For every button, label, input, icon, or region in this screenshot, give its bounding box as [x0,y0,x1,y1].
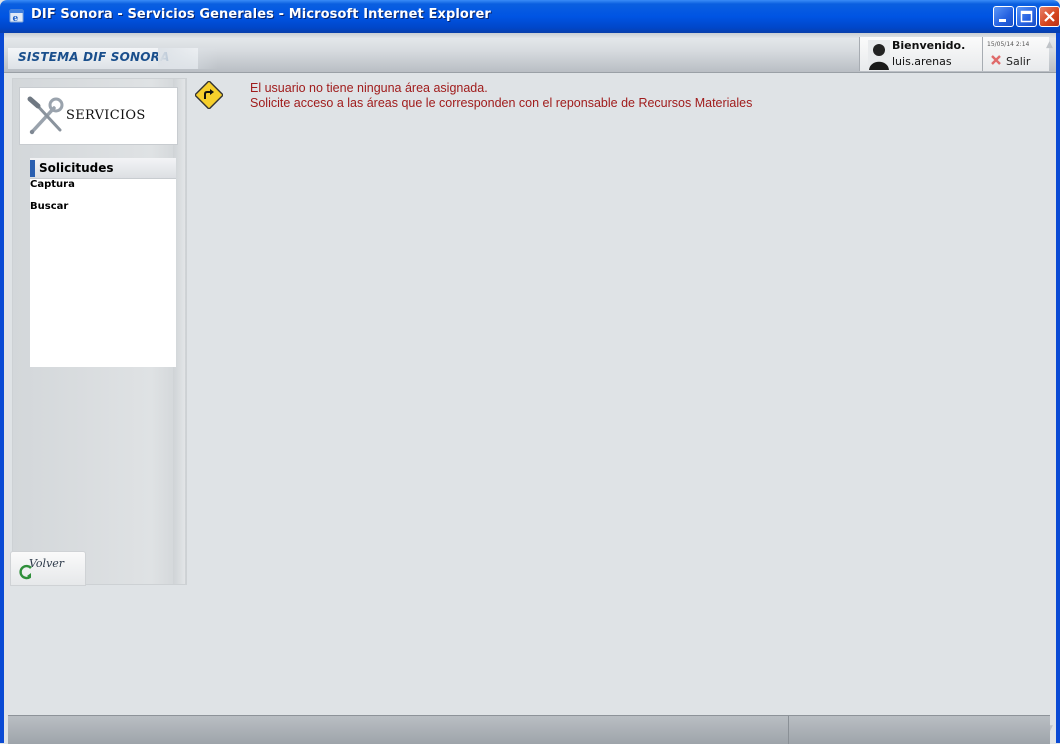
menu-section-solicitudes[interactable]: Solicitudes [30,158,176,179]
section-marker [30,160,35,177]
minimize-button[interactable] [993,6,1014,27]
date-label: 15/05/14 2:14 [987,41,1030,48]
message-line-2: Solicite acceso a las áreas que le corre… [250,96,753,110]
welcome-label: Bienvenido. [892,39,966,52]
menu-item-captura[interactable]: Captura [30,179,75,190]
username-label: luis.arenas [892,55,952,68]
user-box: Bienvenido. luis.arenas [859,37,982,71]
maximize-button[interactable] [1016,6,1037,27]
window-titlebar[interactable]: e DIF Sonora - Servicios Generales - Mic… [0,0,1060,33]
scroll-up-icon[interactable]: ▲ [1046,40,1056,56]
brand-banner: SISTEMA DIF SONORA [8,48,218,69]
exit-icon[interactable] [990,54,1002,66]
status-separator [788,716,789,744]
window-frame-right [1056,33,1060,743]
brand-swoosh [158,48,218,69]
window-title: DIF Sonora - Servicios Generales - Micro… [31,7,491,22]
warning-turn-icon [195,81,223,109]
status-bar [8,715,1050,744]
back-button[interactable]: Volver [10,551,86,586]
user-avatar-icon [868,40,890,70]
tools-icon [27,96,64,135]
app-header: SISTEMA DIF SONORA Bienvenido. luis.aren… [4,33,1056,73]
exit-link[interactable]: Salir [1006,55,1030,68]
services-header: SERVICIOS [19,87,178,145]
services-title: SERVICIOS [66,108,146,123]
message-line-1: El usuario no tiene ninguna área asignad… [250,81,488,95]
section-label: Solicitudes [39,161,114,175]
brand-title: SISTEMA DIF SONORA [18,50,170,64]
internet-explorer-icon: e [9,9,24,24]
menu-item-buscar[interactable]: Buscar [30,201,68,212]
close-button[interactable] [1039,6,1060,27]
svg-text:e: e [13,14,19,24]
sidebar-menu: Solicitudes Captura Buscar [30,158,176,367]
sidebar: SERVICIOS Solicitudes Captura Buscar Vol… [10,78,187,586]
minimize-icon [999,19,1006,22]
date-exit-box: 15/05/14 2:14 Salir [982,37,1049,71]
back-label: Volver [29,557,65,570]
maximize-icon [1020,10,1033,23]
close-icon [1044,11,1055,22]
window-frame-left [0,33,4,743]
